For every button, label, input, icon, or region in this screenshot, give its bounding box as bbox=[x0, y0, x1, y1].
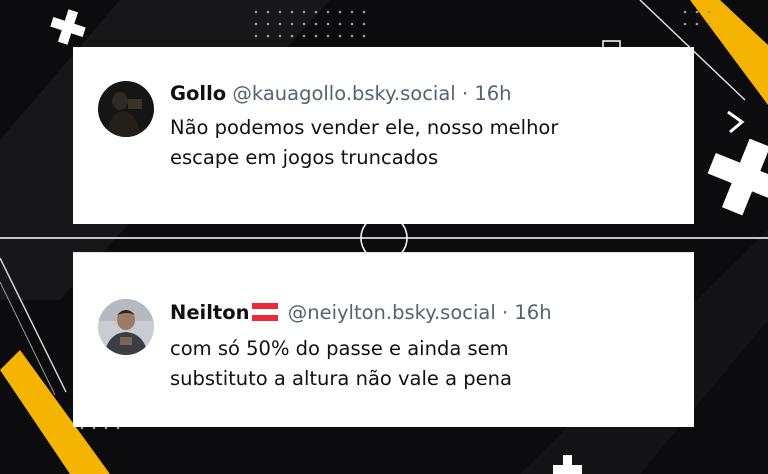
author-name[interactable]: Neilton bbox=[170, 301, 250, 324]
post-header: Neilton @neiylton.bsky.social · 16h bbox=[170, 300, 552, 326]
post-text: com só 50% do passe e ainda sem substitu… bbox=[170, 334, 670, 394]
post-card[interactable]: Gollo @kauagollo.bsky.social · 16h Não p… bbox=[73, 47, 694, 224]
post-text-line: com só 50% do passe e ainda sem bbox=[170, 337, 509, 360]
austria-flag-icon bbox=[251, 303, 278, 321]
avatar-dark-photo-icon bbox=[98, 81, 154, 137]
author-handle[interactable]: @kauagollo.bsky.social bbox=[232, 82, 455, 105]
avatar[interactable] bbox=[98, 81, 154, 137]
post-card[interactable]: Neilton @neiylton.bsky.social · 16h com … bbox=[73, 252, 694, 427]
post-header: Gollo @kauagollo.bsky.social · 16h bbox=[170, 81, 511, 107]
separator-dot: · bbox=[501, 301, 509, 324]
post-text-line: Não podemos vender ele, nosso melhor bbox=[170, 116, 559, 139]
separator-dot: · bbox=[461, 82, 469, 105]
author-handle[interactable]: @neiylton.bsky.social bbox=[288, 301, 496, 324]
post-text-line: substituto a altura não vale a pena bbox=[170, 367, 512, 390]
post-time[interactable]: 16h bbox=[474, 82, 511, 105]
author-name[interactable]: Gollo bbox=[170, 82, 226, 105]
avatar-person-photo-icon bbox=[98, 299, 154, 355]
post-time[interactable]: 16h bbox=[514, 301, 551, 324]
avatar[interactable] bbox=[98, 299, 154, 355]
post-text-line: escape em jogos truncados bbox=[170, 146, 439, 169]
post-text: Não podemos vender ele, nosso melhor esc… bbox=[170, 113, 670, 173]
